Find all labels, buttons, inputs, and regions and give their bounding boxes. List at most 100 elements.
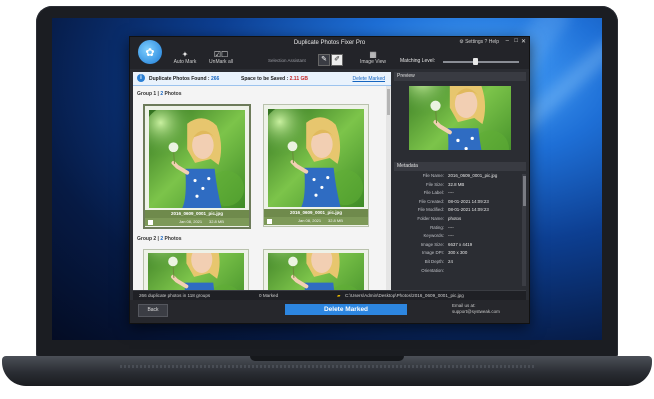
- metadata-key: Folder Name:: [417, 215, 444, 221]
- metadata-value: 300 x 300: [448, 250, 468, 256]
- metadata-row: File Created: 08-01-2021 14:09:23: [394, 198, 520, 207]
- photo-checkbox[interactable]: [148, 219, 153, 225]
- duplicates-found-label: Duplicate Photos Found :: [149, 76, 210, 82]
- duplicates-found: Duplicate Photos Found : 266: [149, 76, 219, 82]
- group-photo-count: 2: [160, 236, 164, 242]
- photo-card[interactable]: [143, 249, 249, 290]
- summary-bar: i Duplicate Photos Found : 266 Space to …: [133, 72, 391, 86]
- photo-card[interactable]: [263, 249, 369, 290]
- delete-marked-button[interactable]: Delete Marked: [285, 304, 407, 315]
- photo-thumbnail[interactable]: [148, 253, 244, 290]
- metadata-value: 2016_0609_0001_pic.jpg: [448, 173, 498, 178]
- image-view-label: Image View: [359, 59, 387, 65]
- metadata-table: File Name: 2016_0609_0001_pic.jpg File Siz…: [394, 172, 520, 275]
- metadata-header: Metadata: [394, 162, 526, 171]
- photo-filename: 2016_0609_0001_pic.jpg: [264, 209, 368, 217]
- photo-card[interactable]: 2016_0609_0001_pic.jpg Jan 08, 2021 32.8…: [143, 104, 251, 229]
- metadata-scrollbar[interactable]: [522, 174, 526, 286]
- metadata-key: Keywords:: [423, 233, 445, 239]
- metadata-value: 6637 x 4419: [448, 241, 473, 247]
- unmark-all-button[interactable]: ☑☐ UnMark all: [204, 50, 238, 65]
- top-links: ⚙ Settings ? Help: [459, 39, 499, 45]
- metadata-key: Rating:: [430, 224, 444, 230]
- gear-icon[interactable]: ⚙: [459, 39, 463, 45]
- metadata-row: Rating: ----: [394, 224, 520, 233]
- metadata-row: Orientation:: [394, 267, 520, 276]
- group-label: Group 2: [137, 236, 157, 242]
- duplicate-groups-list: Group 1 | 2 Photos 2016_0609_0001_pic.jp…: [133, 86, 391, 290]
- wand-icon: ✦: [181, 50, 189, 59]
- matching-level-slider[interactable]: [443, 61, 519, 63]
- duplicates-found-count: 266: [210, 76, 220, 82]
- delete-marked-link[interactable]: Delete Marked: [352, 76, 385, 82]
- metadata-key: Image DPI:: [422, 250, 444, 256]
- help-icon[interactable]: ?: [485, 39, 488, 45]
- metadata-row: File Modified: 08-01-2021 14:09:23: [394, 206, 520, 215]
- maximize-icon[interactable]: □: [514, 38, 518, 44]
- email-address[interactable]: support@systweak.com: [452, 309, 500, 315]
- space-to-save-label: Space to be Saved :: [241, 76, 289, 82]
- laptop-speaker-grill: [120, 365, 534, 368]
- group-2-header: Group 2 | 2 Photos: [137, 236, 182, 242]
- minimize-icon[interactable]: –: [506, 38, 509, 44]
- grid-view-icon: ▦: [369, 50, 377, 59]
- status-summary: 266 duplicate photos in 118 groups: [139, 293, 211, 298]
- metadata-value: 08-01-2021 14:09:23: [448, 198, 489, 204]
- scrollbar-thumb[interactable]: [387, 89, 390, 115]
- metadata-row: Image DPI: 300 x 300: [394, 249, 520, 258]
- metadata-key: File Modified:: [417, 207, 444, 213]
- photo-filename: 2016_0609_0001_pic.jpg: [145, 210, 249, 218]
- photo-checkbox[interactable]: [267, 218, 272, 224]
- preview-image: [409, 86, 511, 150]
- laptop-hinge: [250, 356, 404, 361]
- metadata-key: Bit Depth:: [424, 258, 444, 264]
- metadata-key: File Created:: [418, 198, 444, 204]
- space-to-save: Space to be Saved : 2.11 GB: [241, 76, 308, 82]
- photo-meta: Jan 08, 2021 32.8 MB: [264, 217, 368, 225]
- photo-date: Jan 08, 2021: [298, 218, 322, 223]
- selection-assistant-brush-icon[interactable]: ✐: [331, 54, 343, 66]
- photo-thumbnail[interactable]: [268, 253, 364, 290]
- metadata-value: ----: [448, 233, 454, 239]
- metadata-key: Orientation:: [421, 267, 444, 273]
- details-pane: Preview Metadata File Name: 2016_0609_000…: [394, 72, 526, 290]
- folder-icon: ▰: [337, 293, 341, 298]
- close-icon[interactable]: ✕: [521, 38, 526, 45]
- metadata-key: File Size:: [425, 181, 444, 187]
- metadata-key: File Name:: [422, 173, 444, 178]
- back-button[interactable]: Back: [138, 304, 168, 317]
- title-bar: ✿ Duplicate Photos Fixer Pro ⚙ Settings …: [130, 37, 529, 69]
- photo-date: Jan 08, 2021: [179, 219, 203, 224]
- preview-header: Preview: [394, 72, 526, 81]
- metadata-row: File Name: 2016_0609_0001_pic.jpg: [394, 172, 520, 181]
- metadata-value: 08-01-2021 14:09:23: [448, 207, 489, 213]
- results-scrollbar[interactable]: [386, 86, 391, 290]
- photo-thumbnail[interactable]: [268, 109, 364, 207]
- results-pane: i Duplicate Photos Found : 266 Space to …: [133, 72, 391, 290]
- photo-card[interactable]: 2016_0609_0001_pic.jpg Jan 08, 2021 32.8…: [263, 104, 369, 227]
- metadata-value: photos: [448, 215, 462, 221]
- group-photos-word: Photos: [164, 236, 182, 242]
- help-link[interactable]: Help: [489, 39, 499, 45]
- scrollbar-thumb[interactable]: [522, 176, 526, 206]
- metadata-key: File Label:: [423, 190, 444, 196]
- metadata-value: ----: [448, 190, 454, 196]
- settings-link[interactable]: Settings: [465, 39, 483, 45]
- matching-level-label: Matching Level:: [400, 58, 436, 64]
- image-view-button[interactable]: ▦ Image View: [358, 50, 388, 65]
- selection-assistant-select-icon[interactable]: ✎: [318, 54, 330, 66]
- status-bar: 266 duplicate photos in 118 groups 0 Mar…: [133, 290, 526, 300]
- metadata-row: Keywords: ----: [394, 232, 520, 241]
- info-icon: i: [137, 74, 145, 82]
- matching-level-slider-handle[interactable]: [472, 58, 478, 65]
- photo-size: 32.8 MB: [328, 218, 343, 223]
- metadata-row: File Label: ----: [394, 189, 520, 198]
- space-to-save-value: 2.11 GB: [289, 76, 308, 82]
- auto-mark-button[interactable]: ✦ Auto Mark: [168, 50, 202, 65]
- photo-thumbnail[interactable]: [149, 110, 245, 208]
- status-file-path: C:\Users\Admin\Desktop\Photos\2016_0609_…: [345, 293, 464, 298]
- group-label: Group 1: [137, 91, 157, 97]
- unmark-all-label: UnMark all: [209, 59, 233, 65]
- metadata-value: 24: [448, 258, 453, 264]
- checkbox-icon: ☑☐: [213, 50, 229, 59]
